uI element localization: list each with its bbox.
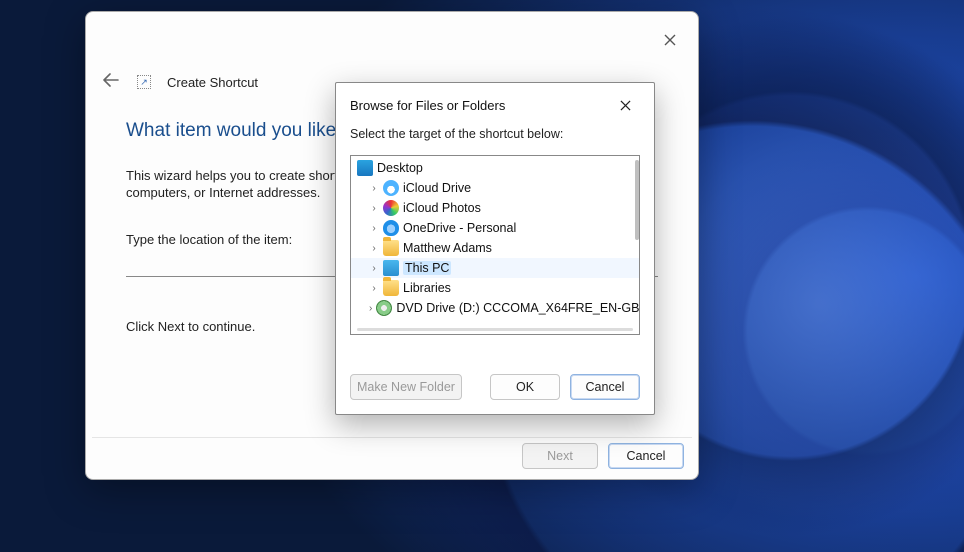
tree-label: This PC xyxy=(403,261,451,275)
disc-icon xyxy=(376,300,392,316)
expand-icon[interactable]: › xyxy=(369,243,379,254)
tree-item[interactable]: › OneDrive - Personal xyxy=(351,218,639,238)
expand-icon[interactable]: › xyxy=(369,203,379,214)
tree-label: Matthew Adams xyxy=(403,241,492,255)
scrollbar-horizontal[interactable] xyxy=(357,328,633,331)
expand-icon[interactable]: › xyxy=(369,303,372,314)
cancel-button[interactable]: Cancel xyxy=(608,443,684,469)
back-arrow-icon[interactable] xyxy=(101,73,121,92)
tree-label: iCloud Drive xyxy=(403,181,471,195)
tree-label: Desktop xyxy=(377,161,423,175)
browse-cancel-button[interactable]: Cancel xyxy=(570,374,640,400)
tree-item[interactable]: › iCloud Drive xyxy=(351,178,639,198)
tree-item[interactable]: › Libraries xyxy=(351,278,639,298)
tree-item[interactable]: › DVD Drive (D:) CCCOMA_X64FRE_EN-GB_DV xyxy=(351,298,639,318)
cloud-icon xyxy=(383,180,399,196)
tree-item[interactable]: › This PC xyxy=(351,258,639,278)
tree-label: Libraries xyxy=(403,281,451,295)
close-button[interactable] xyxy=(662,32,678,48)
pc-icon xyxy=(383,260,399,276)
next-button[interactable]: Next xyxy=(522,443,598,469)
browse-close-button[interactable] xyxy=(610,90,640,120)
browse-title: Browse for Files or Folders xyxy=(350,98,505,113)
tree-item[interactable]: › iCloud Photos xyxy=(351,198,639,218)
shortcut-icon: ↗ xyxy=(137,75,151,89)
tree-label: iCloud Photos xyxy=(403,201,481,215)
ok-button[interactable]: OK xyxy=(490,374,560,400)
tree-root[interactable]: Desktop xyxy=(351,158,639,178)
expand-icon[interactable]: › xyxy=(369,283,379,294)
folder-icon xyxy=(383,240,399,256)
photos-icon xyxy=(383,200,399,216)
folder-tree[interactable]: Desktop › iCloud Drive › iCloud Photos › OneD… xyxy=(350,155,640,335)
tree-label: OneDrive - Personal xyxy=(403,221,516,235)
desktop-icon xyxy=(357,160,373,176)
dialog-title: Create Shortcut xyxy=(167,75,258,90)
expand-icon[interactable]: › xyxy=(369,223,379,234)
expand-icon[interactable]: › xyxy=(369,263,379,274)
expand-icon[interactable]: › xyxy=(369,183,379,194)
folder-icon xyxy=(383,280,399,296)
browse-dialog: Browse for Files or Folders Select the t… xyxy=(335,82,655,415)
tree-item[interactable]: › Matthew Adams xyxy=(351,238,639,258)
scrollbar-vertical[interactable] xyxy=(635,160,639,240)
onedrive-icon xyxy=(383,220,399,236)
tree-label: DVD Drive (D:) CCCOMA_X64FRE_EN-GB_DV xyxy=(396,301,640,315)
browse-instruction: Select the target of the shortcut below: xyxy=(336,127,654,155)
make-new-folder-button[interactable]: Make New Folder xyxy=(350,374,462,400)
